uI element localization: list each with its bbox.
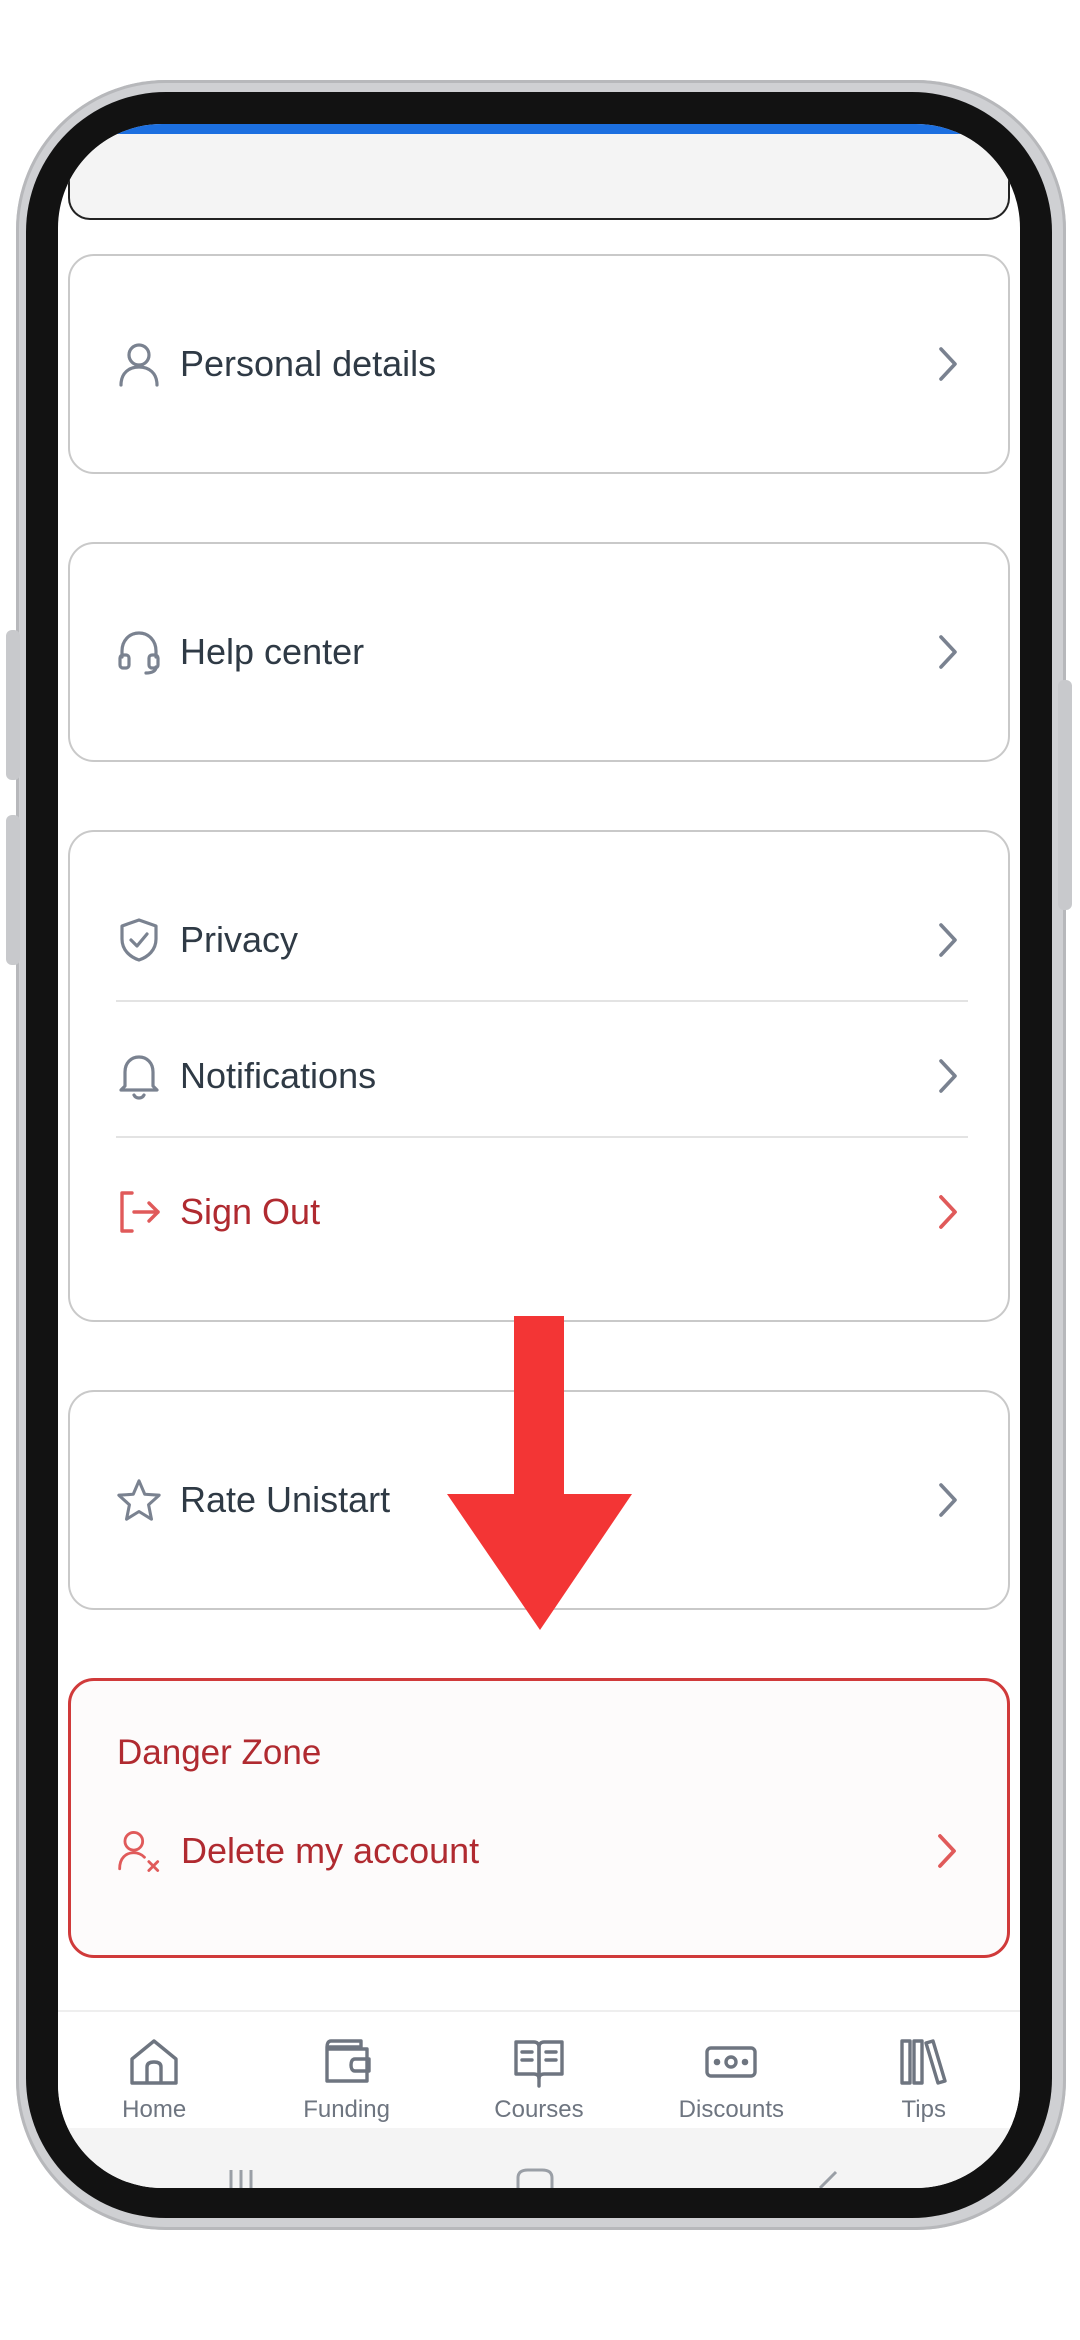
home-icon <box>126 2034 182 2090</box>
nav-tips-label: Tips <box>901 2096 946 2123</box>
nav-courses[interactable]: Courses <box>449 2012 629 2124</box>
chevron-right-icon <box>928 1477 968 1523</box>
system-nav-glyphs <box>229 2168 838 2188</box>
help-center-label: Help center <box>180 631 365 672</box>
chevron-right-icon <box>928 1053 968 1099</box>
danger-zone-card: Danger Zone Delete my account <box>68 1678 1010 1958</box>
user-icon <box>116 341 162 387</box>
delete-account-row[interactable]: Delete my account <box>117 1801 967 1901</box>
help-center-row[interactable]: Help center <box>116 602 968 702</box>
nav-discounts[interactable]: Discounts <box>641 2012 821 2124</box>
top-status-bar <box>58 124 1020 134</box>
privacy-row[interactable]: Privacy <box>116 890 968 990</box>
logout-icon <box>116 1189 162 1235</box>
notifications-row[interactable]: Notifications <box>116 1026 968 1126</box>
nav-home-label: Home <box>122 2096 187 2123</box>
volume-down-button <box>6 815 20 965</box>
personal-details-row[interactable]: Personal details <box>116 314 968 414</box>
system-nav-bar <box>58 2128 1020 2188</box>
chevron-right-icon <box>927 1828 967 1874</box>
nav-funding[interactable]: Funding <box>257 2012 437 2124</box>
personal-details-card: Personal details <box>68 254 1010 474</box>
chevron-right-icon <box>928 1189 968 1235</box>
bell-icon <box>116 1053 162 1100</box>
privacy-label: Privacy <box>180 919 299 960</box>
nav-courses-label: Courses <box>494 2096 584 2123</box>
star-icon <box>116 1477 162 1523</box>
sign-out-row[interactable]: Sign Out <box>116 1162 968 1262</box>
wallet-icon <box>319 2034 375 2090</box>
bottom-nav: Home Funding Courses Discounts Tips <box>58 2010 1020 2128</box>
rate-row[interactable]: Rate Unistart <box>116 1450 968 1550</box>
help-center-card: Help center <box>68 542 1010 762</box>
volume-up-button <box>6 630 20 780</box>
nav-discounts-label: Discounts <box>678 2096 785 2123</box>
sign-out-label: Sign Out <box>180 1191 321 1232</box>
delete-account-label: Delete my account <box>181 1830 480 1871</box>
banknote-icon <box>703 2034 759 2090</box>
divider <box>116 1000 968 1002</box>
screen: Personal details Help center Privacy Not… <box>58 124 1020 2188</box>
power-button <box>1058 680 1072 910</box>
divider <box>116 1136 968 1138</box>
personal-details-label: Personal details <box>180 343 437 384</box>
nav-funding-label: Funding <box>303 2096 390 2123</box>
headset-icon <box>116 629 162 675</box>
nav-tips[interactable]: Tips <box>834 2012 1014 2124</box>
notifications-label: Notifications <box>180 1055 377 1096</box>
danger-zone-title: Danger Zone <box>117 1733 322 1772</box>
nav-home[interactable]: Home <box>64 2012 244 2124</box>
chevron-right-icon <box>928 917 968 963</box>
account-actions-card: Privacy Notifications Sign Out <box>68 830 1010 1322</box>
chevron-right-icon <box>928 341 968 387</box>
rate-label: Rate Unistart <box>180 1479 391 1520</box>
header-block <box>68 134 1010 220</box>
open-book-icon <box>511 2034 567 2090</box>
chevron-right-icon <box>928 629 968 675</box>
user-remove-icon <box>117 1828 163 1874</box>
library-icon <box>896 2034 952 2090</box>
shield-check-icon <box>116 917 162 963</box>
rate-card: Rate Unistart <box>68 1390 1010 1610</box>
